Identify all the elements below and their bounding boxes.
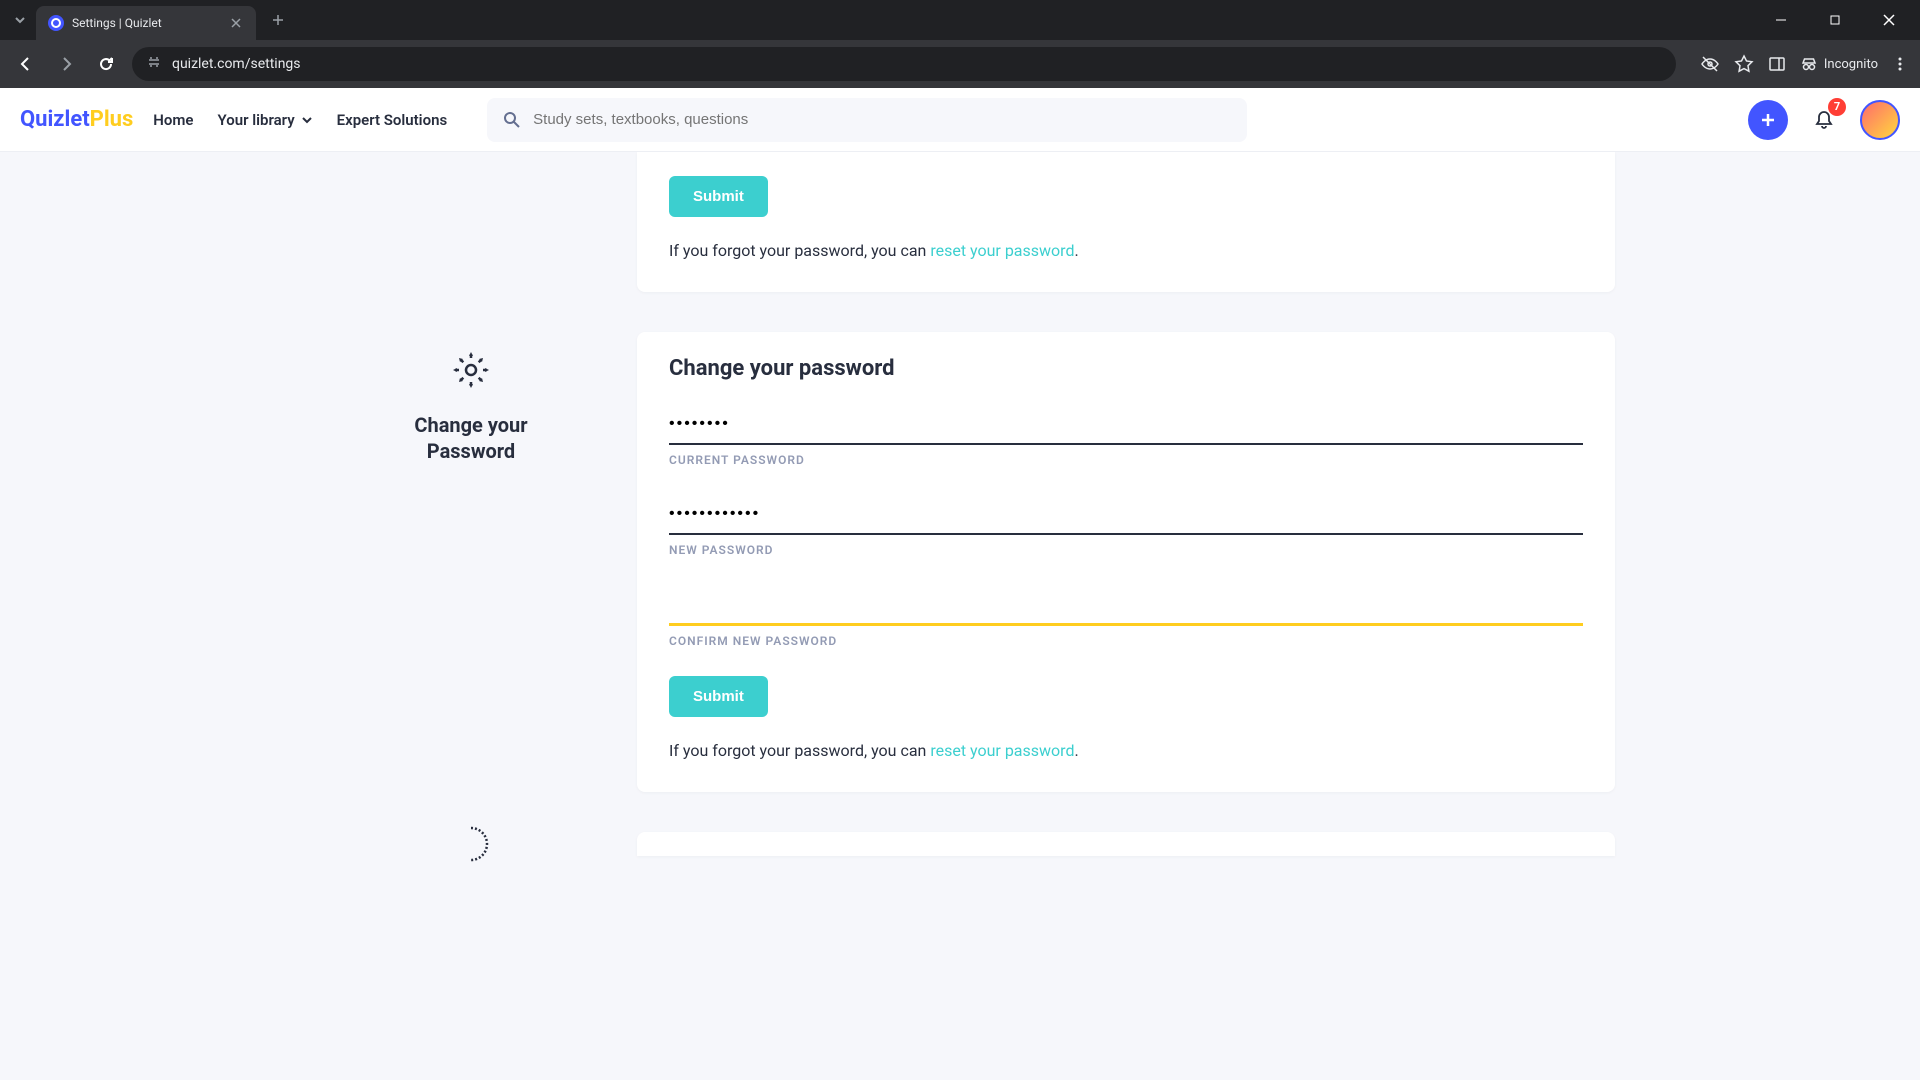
search-box[interactable] (487, 98, 1247, 142)
site-info-icon[interactable] (146, 54, 162, 74)
gear-icon-username (449, 822, 493, 870)
search-icon (503, 111, 521, 129)
side-title-line2: Password (414, 438, 527, 464)
gear-icon (449, 348, 493, 396)
previous-section-card-bottom: Submit If you forgot your password, you … (637, 152, 1615, 292)
current-password-label: CURRENT PASSWORD (669, 453, 1583, 467)
bookmark-star-icon[interactable] (1734, 54, 1754, 74)
new-password-label: NEW PASSWORD (669, 543, 1583, 557)
create-button[interactable] (1748, 100, 1788, 140)
notification-badge: 7 (1828, 98, 1846, 116)
close-window-button[interactable] (1866, 4, 1912, 36)
new-password-input[interactable] (669, 495, 1583, 535)
forgot-password-text-2: If you forgot your password, you can res… (669, 741, 1583, 760)
confirm-password-input[interactable] (669, 585, 1583, 626)
user-avatar[interactable] (1860, 100, 1900, 140)
minimize-window-button[interactable] (1758, 4, 1804, 36)
username-section-card-top: You can change your username only once (637, 832, 1615, 856)
nav-home[interactable]: Home (153, 111, 193, 129)
reload-button[interactable] (92, 50, 120, 78)
confirm-password-label: CONFIRM NEW PASSWORD (669, 634, 1583, 648)
search-input[interactable] (533, 111, 1231, 128)
reset-password-link[interactable]: reset your password (930, 241, 1074, 260)
quizlet-favicon (48, 15, 64, 31)
card-title: Change your password (669, 356, 1583, 381)
close-tab-icon[interactable] (228, 15, 244, 31)
new-tab-button[interactable] (264, 6, 292, 34)
incognito-label: Incognito (1824, 57, 1878, 72)
change-password-card: Change your password CURRENT PASSWORD NE… (637, 332, 1615, 792)
maximize-window-button[interactable] (1812, 4, 1858, 36)
quizlet-logo[interactable]: QuizletPlus (20, 107, 133, 132)
submit-password-button[interactable]: Submit (669, 676, 768, 717)
browser-tab-bar: Settings | Quizlet (0, 0, 1920, 40)
tab-search-dropdown[interactable] (8, 8, 32, 32)
forward-button[interactable] (52, 50, 80, 78)
browser-menu-icon[interactable] (1892, 56, 1908, 72)
side-panel-icon[interactable] (1768, 55, 1786, 73)
app-header: QuizletPlus Home Your library Expert Sol… (0, 88, 1920, 152)
eye-blocked-icon[interactable] (1700, 54, 1720, 74)
incognito-icon[interactable]: Incognito (1800, 55, 1878, 73)
browser-address-bar: quizlet.com/settings Incognito (0, 40, 1920, 88)
reset-password-link-2[interactable]: reset your password (930, 741, 1074, 760)
side-title-line1: Change your (414, 412, 527, 438)
tab-title: Settings | Quizlet (72, 16, 220, 30)
back-button[interactable] (12, 50, 40, 78)
chevron-down-icon (301, 114, 313, 126)
url-bar[interactable]: quizlet.com/settings (132, 47, 1676, 81)
nav-expert-solutions[interactable]: Expert Solutions (337, 111, 448, 129)
browser-tab[interactable]: Settings | Quizlet (36, 6, 256, 40)
nav-your-library[interactable]: Your library (218, 111, 313, 129)
forgot-password-text: If you forgot your password, you can res… (669, 241, 1583, 260)
notifications-button[interactable]: 7 (1804, 100, 1844, 140)
current-password-input[interactable] (669, 405, 1583, 445)
submit-button-top[interactable]: Submit (669, 176, 768, 217)
section-side-password: Change your Password (305, 332, 637, 792)
url-text: quizlet.com/settings (172, 56, 301, 72)
